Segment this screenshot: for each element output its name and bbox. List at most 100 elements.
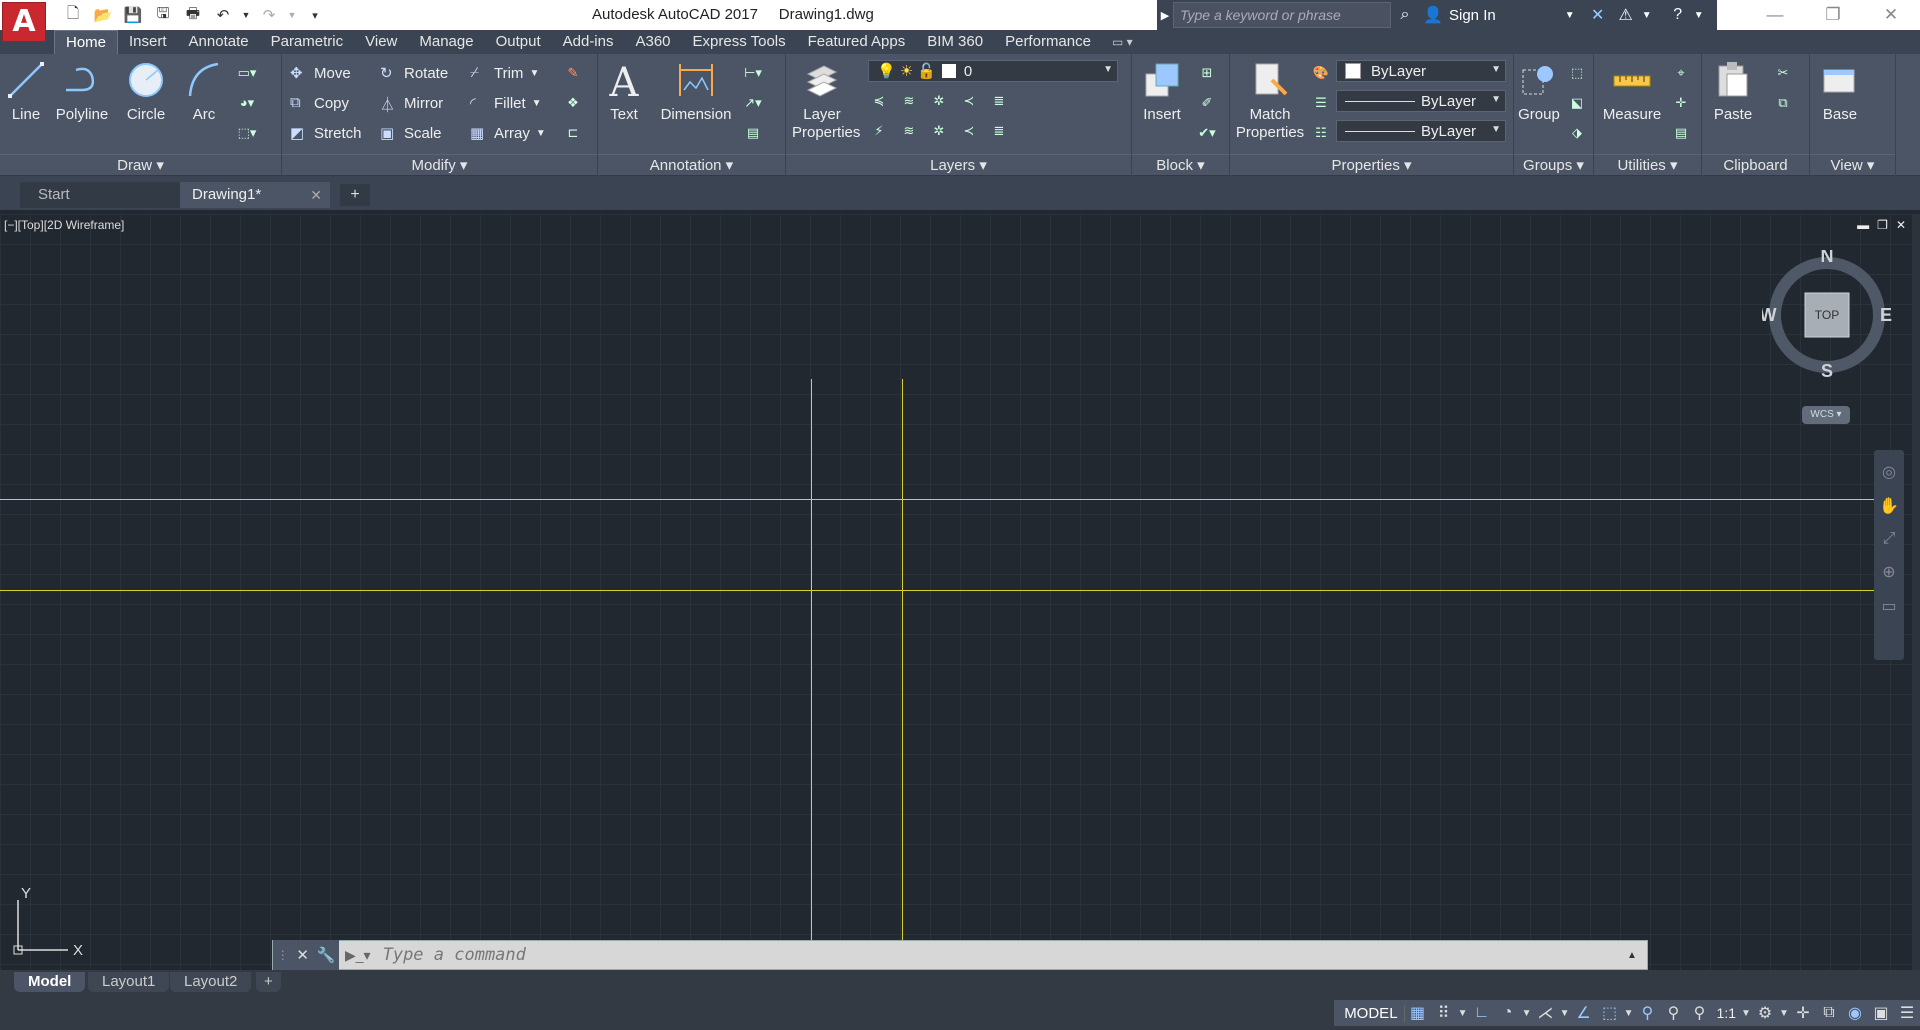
customize-qat-icon[interactable]: ▾	[302, 3, 328, 27]
undo-dropdown-icon[interactable]: ▼	[240, 3, 252, 27]
ribbon-minimize-icon[interactable]: ▭ ▾	[1112, 35, 1133, 49]
undo-icon[interactable]: ↶	[210, 3, 236, 27]
layer-properties-button[interactable]: Layer Properties	[792, 60, 860, 142]
sign-in-dropdown-icon[interactable]: ▼	[1556, 10, 1584, 21]
plot-icon[interactable]: 🖶	[180, 3, 206, 27]
clipboard-panel-title[interactable]: Clipboard	[1702, 154, 1809, 176]
redo-icon[interactable]: ↷	[256, 3, 282, 27]
hatch-icon[interactable]: ◕▾	[236, 92, 258, 114]
workspace-icon[interactable]: ⚙	[1752, 1003, 1778, 1023]
array-button[interactable]: ▦ Array ▼	[470, 122, 546, 144]
scale-dropdown-icon[interactable]: ▼	[1740, 1008, 1752, 1019]
layer-tool-7-icon[interactable]: ≋	[898, 120, 920, 142]
block-panel-title[interactable]: Block ▾	[1132, 154, 1229, 176]
save-icon[interactable]: 💾	[120, 3, 146, 27]
compass-west[interactable]: W	[1762, 305, 1777, 325]
mirror-button[interactable]: ⏃ Mirror	[380, 92, 443, 115]
drawing-line-vertical-1[interactable]	[811, 379, 812, 970]
isodraft-dropdown-icon[interactable]: ▼	[1559, 1008, 1571, 1019]
autodesk-exchange-icon[interactable]: ✕	[1584, 5, 1612, 25]
tab-parametric[interactable]: Parametric	[260, 30, 355, 54]
tab-layout1[interactable]: Layout1	[88, 972, 170, 992]
drawing-canvas[interactable]: [−][Top][2D Wireframe] ▬ ❐ ✕ TOP N S W E…	[0, 214, 1920, 970]
file-tab-drawing1[interactable]: Drawing1* ✕	[180, 182, 330, 208]
layer-tool-1-icon[interactable]: ≼	[868, 90, 890, 112]
dimension-button[interactable]: Dimension	[658, 60, 734, 124]
sign-in-button[interactable]: Sign In	[1449, 7, 1496, 24]
close-command-line-icon[interactable]: ✕	[296, 946, 309, 964]
workspace-dropdown-icon[interactable]: ▼	[1778, 1008, 1790, 1019]
new-layout-button[interactable]: +	[256, 972, 281, 992]
tab-model[interactable]: Model	[14, 972, 86, 992]
tab-featured-apps[interactable]: Featured Apps	[797, 30, 917, 54]
close-icon[interactable]: ✕	[1862, 0, 1920, 30]
stay-connected-dropdown-icon[interactable]: ▼	[1640, 10, 1654, 21]
trim-button[interactable]: ⌿ Trim ▼	[470, 62, 539, 84]
fillet-button[interactable]: ◜ Fillet ▼	[470, 92, 542, 114]
viewport-close-icon[interactable]: ✕	[1896, 218, 1906, 232]
insert-button[interactable]: Insert	[1138, 60, 1186, 124]
layer-tool-8-icon[interactable]: ✲	[928, 120, 950, 142]
tab-express-tools[interactable]: Express Tools	[682, 30, 797, 54]
binoculars-icon[interactable]: ⌕	[1391, 6, 1419, 24]
help-dropdown-icon[interactable]: ▼	[1692, 10, 1706, 21]
auto-scale-icon[interactable]: ⚲	[1661, 1003, 1687, 1023]
tab-home[interactable]: Home	[54, 30, 119, 54]
edit-attributes-icon[interactable]: ✔▾	[1196, 122, 1218, 144]
layer-tool-5-icon[interactable]: ≣	[988, 90, 1010, 112]
search-input[interactable]: Type a keyword or phrase	[1173, 2, 1391, 28]
restore-icon[interactable]: ❐	[1804, 0, 1862, 30]
fillet-dropdown-icon[interactable]: ▼	[532, 98, 542, 109]
snap-dropdown-icon[interactable]: ▼	[1457, 1008, 1469, 1019]
application-menu-button[interactable]: A	[2, 2, 46, 42]
showmotion-icon[interactable]: ▭	[1874, 596, 1904, 616]
tab-layout2[interactable]: Layout2	[170, 972, 252, 992]
edit-block-icon[interactable]: ✐	[1196, 92, 1218, 114]
layer-tool-10-icon[interactable]: ≣	[988, 120, 1010, 142]
compass-north[interactable]: N	[1821, 250, 1834, 266]
object-snap-dropdown-icon[interactable]: ▼	[1623, 1008, 1635, 1019]
redo-dropdown-icon[interactable]: ▼	[286, 3, 298, 27]
viewport-minimize-icon[interactable]: ▬	[1857, 218, 1869, 232]
viewport-restore-icon[interactable]: ❐	[1877, 218, 1888, 232]
polyline-button[interactable]: Polyline	[54, 60, 110, 124]
layer-tool-9-icon[interactable]: ≺	[958, 120, 980, 142]
boundary-icon[interactable]: ⬚▾	[236, 122, 258, 144]
match-properties-button[interactable]: Match Properties	[1234, 60, 1306, 142]
trim-dropdown-icon[interactable]: ▼	[529, 68, 539, 79]
close-tab-icon[interactable]: ✕	[310, 182, 322, 208]
erase-icon[interactable]: ✎	[562, 62, 584, 84]
tab-add-ins[interactable]: Add-ins	[552, 30, 625, 54]
compass-east[interactable]: E	[1880, 305, 1892, 325]
ortho-icon[interactable]: ∟	[1469, 1004, 1495, 1022]
new-tab-button[interactable]: +	[340, 184, 370, 206]
modify-panel-title[interactable]: Modify ▾	[282, 154, 597, 176]
orbit-icon[interactable]: ⊕	[1874, 562, 1904, 582]
drawing-line-vertical-2[interactable]	[902, 379, 903, 970]
copy-clip-icon[interactable]: ⧉	[1772, 92, 1794, 114]
group-selection-icon[interactable]: ⬗	[1566, 122, 1588, 144]
object-snap-tracking-icon[interactable]: ∠	[1571, 1003, 1597, 1023]
annotation-scale-icon[interactable]: ⚲	[1687, 1003, 1713, 1023]
line-button[interactable]: Line	[6, 60, 46, 124]
group-button[interactable]: Group	[1516, 60, 1562, 124]
explode-icon[interactable]: ❖	[562, 92, 584, 114]
tab-output[interactable]: Output	[485, 30, 552, 54]
base-button[interactable]: Base	[1816, 60, 1864, 124]
point-icon[interactable]: ✛	[1670, 92, 1692, 114]
help-icon[interactable]: ?	[1664, 6, 1692, 24]
paste-button[interactable]: Paste	[1708, 60, 1758, 124]
array-dropdown-icon[interactable]: ▼	[536, 128, 546, 139]
leader-icon[interactable]: ↗▾	[742, 92, 764, 114]
new-icon[interactable]: 🗋	[60, 3, 86, 27]
circle-button[interactable]: Circle	[122, 60, 170, 124]
tab-performance[interactable]: Performance	[994, 30, 1102, 54]
user-icon[interactable]: 👤	[1419, 5, 1447, 25]
groups-panel-title[interactable]: Groups ▾	[1514, 154, 1593, 176]
measure-button[interactable]: Measure	[1600, 60, 1664, 124]
polar-dropdown-icon[interactable]: ▼	[1521, 1008, 1533, 1019]
draw-panel-title[interactable]: Draw ▾	[0, 154, 281, 176]
open-icon[interactable]: 📂	[90, 3, 116, 27]
copy-button[interactable]: ⧉ Copy	[290, 92, 349, 114]
save-as-icon[interactable]: 🖫	[150, 3, 176, 27]
